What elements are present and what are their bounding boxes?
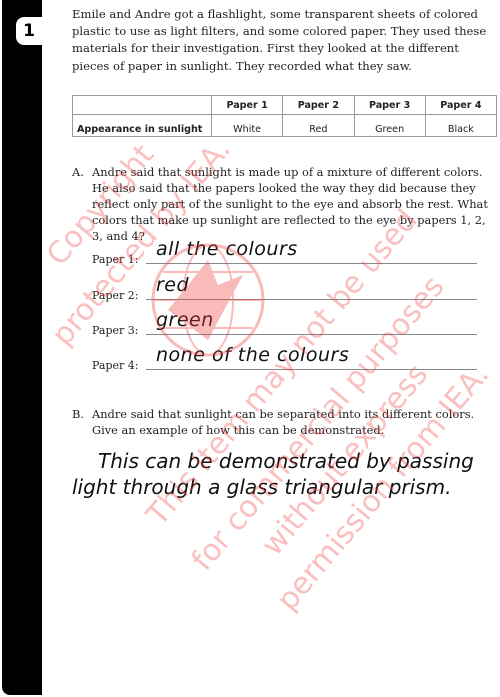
answer-line	[146, 334, 477, 335]
table-header-row: Paper 1 Paper 2 Paper 3 Paper 4	[72, 95, 498, 115]
part-b-label: B.	[72, 407, 84, 421]
part-a-text: Andre said that sunlight is made up of a…	[92, 165, 488, 243]
table-header-paper-2: Paper 2	[282, 95, 355, 115]
part-a-question: A. Andre said that sunlight is made up o…	[72, 164, 498, 244]
answer-label: Paper 3:	[92, 324, 139, 337]
answer-row-paper-1: Paper 1: all the colours	[92, 236, 477, 266]
response-line: light through a glass triangular prism.	[72, 475, 452, 499]
answer-line	[146, 299, 477, 300]
handwritten-answer[interactable]: none of the colours	[156, 344, 349, 366]
handwritten-answer[interactable]: green	[156, 309, 214, 331]
table-header-paper-1: Paper 1	[210, 95, 284, 115]
part-b-text: Andre said that sunlight can be separate…	[92, 407, 475, 437]
response-line: This can be demonstrated by passing	[98, 449, 474, 473]
observation-table: Paper 1 Paper 2 Paper 3 Paper 4 Appearan…	[72, 95, 498, 137]
cell-paper-3: Green	[353, 114, 426, 137]
intro-paragraph: Emile and Andre got a flashlight, some t…	[72, 7, 487, 73]
answer-row-paper-2: Paper 2: red	[92, 272, 477, 302]
table-header-paper-3: Paper 3	[353, 95, 426, 115]
part-b-question: B. Andre said that sunlight can be separ…	[72, 406, 498, 438]
part-a-label: A.	[72, 165, 84, 179]
answer-row-paper-4: Paper 4: none of the colours	[92, 342, 477, 372]
cell-paper-1: White	[210, 114, 284, 137]
answer-label: Paper 1:	[92, 253, 139, 266]
table-header-empty	[72, 95, 212, 115]
question-number-badge: 1	[16, 17, 42, 45]
handwritten-answer[interactable]: all the colours	[156, 238, 298, 260]
table-header-paper-4: Paper 4	[424, 95, 498, 115]
cell-paper-2: Red	[282, 114, 355, 137]
answer-line	[146, 369, 477, 370]
cell-paper-4: Black	[424, 114, 498, 137]
answer-label: Paper 2:	[92, 289, 139, 302]
answer-row-paper-3: Paper 3: green	[92, 307, 477, 337]
table-row: Appearance in sunlight White Red Green B…	[72, 114, 498, 137]
part-b-handwritten-response[interactable]: This can be demonstrated by passing ligh…	[72, 448, 492, 500]
answer-label: Paper 4:	[92, 359, 139, 372]
handwritten-answer[interactable]: red	[156, 274, 189, 296]
sidebar-bar	[2, 0, 42, 695]
row-label: Appearance in sunlight	[72, 114, 212, 137]
answer-line	[146, 263, 477, 264]
